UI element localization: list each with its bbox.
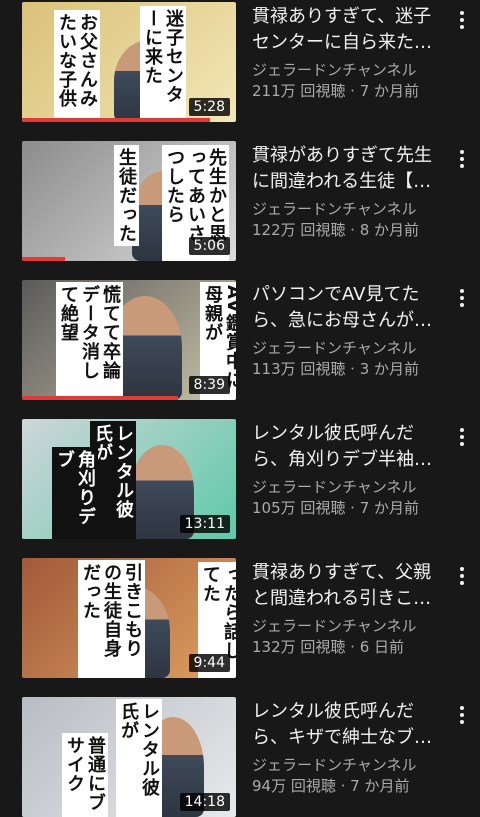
thumbnail-caption: お父さんみたいな子供 [54, 10, 100, 122]
video-thumbnail[interactable]: 先生かと思ってあいさつしたら 生徒だった 5:06 [22, 141, 236, 261]
channel-name[interactable]: ジェラードンチャンネル [252, 60, 452, 80]
video-title[interactable]: レンタル彼氏呼んだら、角刈りデブ半袖… [252, 421, 448, 473]
watch-progress-bar [22, 396, 179, 400]
view-count: 132万 回視聴 [252, 638, 346, 656]
video-thumbnail[interactable]: 迷子センターに来た お父さんみたいな子供 5:28 [22, 2, 236, 122]
video-list-item[interactable]: AV鑑賞中に母親が 慌てて卒論データ消して絶望 8:39 パソコンでAV見てたら… [0, 280, 480, 400]
upload-age: 8 か月前 [359, 221, 420, 239]
video-list-item[interactable]: 迷子センターに来た お父さんみたいな子供 5:28 貫禄ありすぎて、迷子センター… [0, 2, 480, 122]
thumbnail-caption: 普通にブサイク [62, 733, 108, 817]
video-meta: 211万 回視聴 · 7 か月前 [252, 81, 452, 101]
channel-name[interactable]: ジェラードンチャンネル [252, 338, 452, 358]
upload-age: 6 日前 [359, 638, 405, 656]
thumbnail-caption: 角刈りデブ [52, 447, 98, 539]
more-vert-icon[interactable] [452, 8, 472, 32]
video-list: 迷子センターに来た お父さんみたいな子供 5:28 貫禄ありすぎて、迷子センター… [0, 0, 480, 817]
channel-name[interactable]: ジェラードンチャンネル [252, 199, 452, 219]
meta-separator: · [345, 82, 360, 100]
more-vert-icon[interactable] [452, 286, 472, 310]
watch-progress-bar [22, 257, 65, 261]
video-meta: 132万 回視聴 · 6 日前 [252, 637, 452, 657]
upload-age: 7 か月前 [359, 499, 420, 517]
channel-name[interactable]: ジェラードンチャンネル [252, 477, 452, 497]
watch-progress-bar [22, 118, 211, 122]
video-meta: 94万 回視聴 · 7 か月前 [252, 776, 452, 796]
meta-separator: · [335, 777, 351, 795]
upload-age: 3 か月前 [359, 360, 420, 378]
video-list-item[interactable]: 引きこもりの生徒自身だった 父親かと思ったら話してた 9:44 貫禄ありすぎて、… [0, 558, 480, 678]
upload-age: 7 か月前 [359, 82, 420, 100]
meta-separator: · [345, 221, 360, 239]
meta-separator: · [345, 638, 360, 656]
thumbnail-caption: 迷子センターに来た [140, 6, 186, 122]
video-list-item[interactable]: 先生かと思ってあいさつしたら 生徒だった 5:06 貫禄がありすぎて先生に間違わ… [0, 141, 480, 261]
video-meta: 122万 回視聴 · 8 か月前 [252, 220, 452, 240]
meta-separator: · [345, 360, 360, 378]
video-thumbnail[interactable]: AV鑑賞中に母親が 慌てて卒論データ消して絶望 8:39 [22, 280, 236, 400]
video-duration: 5:06 [188, 237, 230, 255]
video-title[interactable]: 貫禄がありすぎて先生に間違われる生徒【… [252, 143, 448, 195]
video-duration: 13:11 [179, 515, 230, 533]
upload-age: 7 か月前 [350, 777, 410, 795]
thumbnail-caption: 引きこもりの生徒自身だった [78, 560, 145, 678]
channel-name[interactable]: ジェラードンチャンネル [252, 616, 452, 636]
video-thumbnail[interactable]: レンタル彼氏が 普通にブサイク 14:18 [22, 697, 236, 817]
view-count: 211万 回視聴 [252, 82, 346, 100]
channel-name[interactable]: ジェラードンチャンネル [252, 755, 452, 775]
thumbnail-caption: レンタル彼氏が [116, 699, 162, 817]
video-meta: 113万 回視聴 · 3 か月前 [252, 359, 452, 379]
video-thumbnail[interactable]: レンタル彼氏が 角刈りデブ 13:11 [22, 419, 236, 539]
video-list-item[interactable]: レンタル彼氏が 普通にブサイク 14:18 レンタル彼氏呼んだら、キザで紳士なブ… [0, 697, 480, 817]
video-title[interactable]: レンタル彼氏呼んだら、キザで紳士なブ… [252, 699, 448, 751]
video-title[interactable]: 貫禄ありすぎて、父親と間違われる引きこ… [252, 560, 448, 612]
video-title[interactable]: パソコンでAV見てたら、急にお母さんが… [252, 282, 448, 334]
more-vert-icon[interactable] [452, 703, 472, 727]
video-title[interactable]: 貫禄ありすぎて、迷子センターに自ら来た… [252, 4, 448, 56]
video-duration: 9:44 [188, 654, 230, 672]
view-count: 94万 回視聴 [252, 777, 336, 795]
video-meta: 105万 回視聴 · 7 か月前 [252, 498, 452, 518]
view-count: 105万 回視聴 [252, 499, 346, 517]
more-vert-icon[interactable] [452, 425, 472, 449]
meta-separator: · [345, 499, 360, 517]
view-count: 113万 回視聴 [252, 360, 346, 378]
video-duration: 14:18 [179, 793, 230, 811]
video-thumbnail[interactable]: 引きこもりの生徒自身だった 父親かと思ったら話してた 9:44 [22, 558, 236, 678]
video-duration: 5:28 [188, 98, 230, 116]
view-count: 122万 回視聴 [252, 221, 346, 239]
more-vert-icon[interactable] [452, 147, 472, 171]
thumbnail-caption: 生徒だった [114, 145, 139, 246]
video-list-item[interactable]: レンタル彼氏が 角刈りデブ 13:11 レンタル彼氏呼んだら、角刈りデブ半袖… … [0, 419, 480, 539]
video-duration: 8:39 [188, 376, 230, 394]
thumbnail-caption: 慌てて卒論データ消して絶望 [56, 282, 123, 400]
more-vert-icon[interactable] [452, 564, 472, 588]
